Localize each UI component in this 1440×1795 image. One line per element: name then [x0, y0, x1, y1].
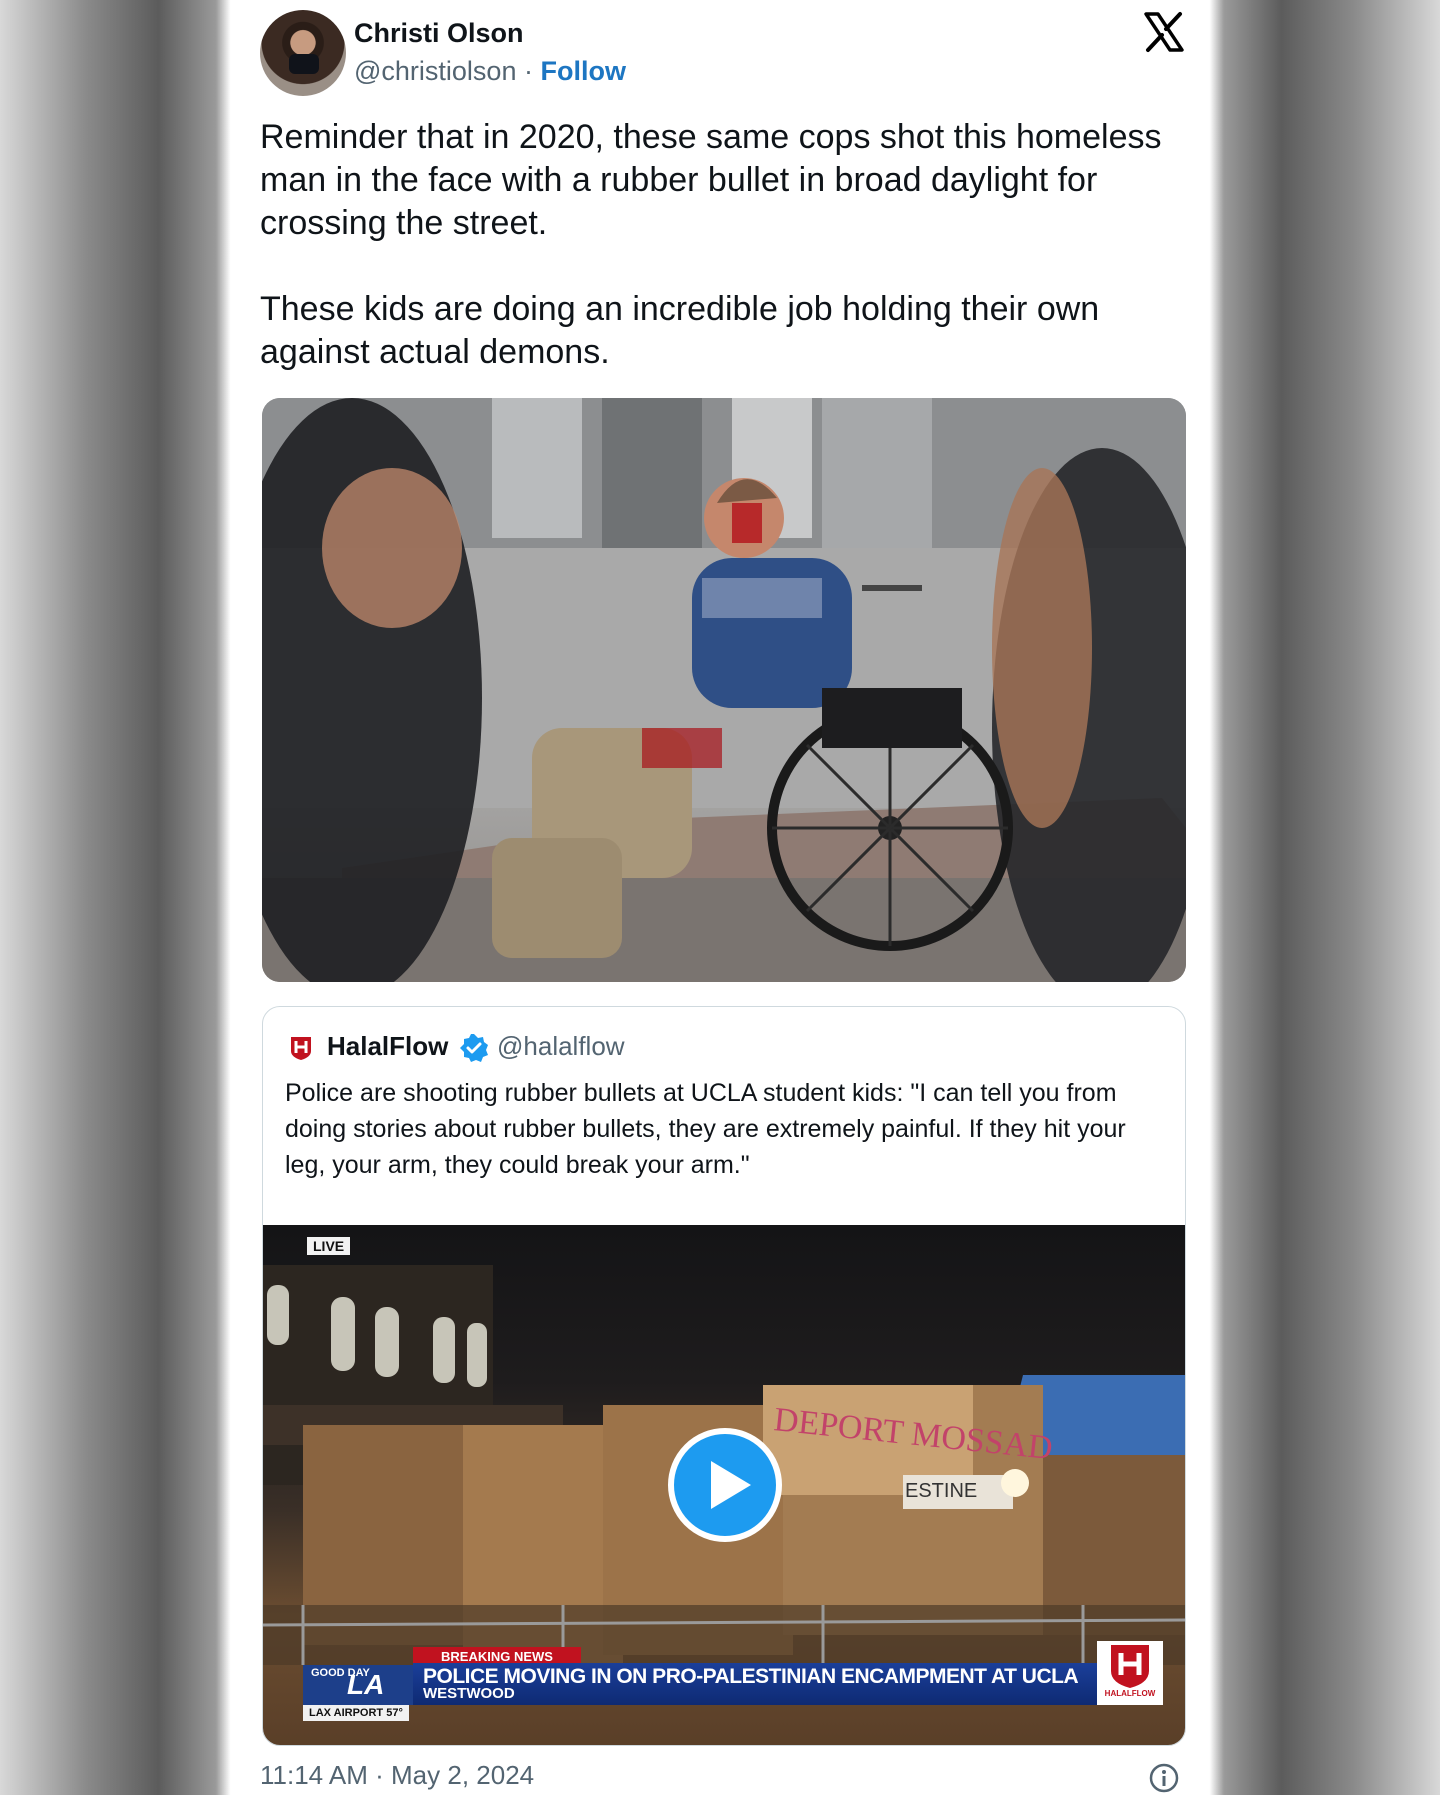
station-logo-main: LA [347, 1669, 385, 1700]
follow-button[interactable]: Follow [541, 56, 626, 86]
halalflow-logo-icon [291, 1037, 311, 1060]
tweet-paragraph: Reminder that in 2020, these same cops s… [260, 118, 1162, 242]
author-name[interactable]: Christi Olson [354, 18, 524, 49]
separator-dot: · [523, 56, 533, 86]
author-handle-line: @christiolson · Follow [354, 56, 626, 87]
weather-readout: LAX AIRPORT 57° [303, 1705, 409, 1721]
halalflow-watermark: HALALFLOW [1097, 1641, 1163, 1705]
quoted-tweet[interactable]: HalalFlow @halalflow Police are shooting… [262, 1006, 1186, 1746]
tweet-photo[interactable] [262, 398, 1186, 982]
avatar[interactable] [260, 10, 346, 96]
photo-illustration [262, 398, 1186, 982]
author-handle[interactable]: @christiolson [354, 56, 516, 86]
video-player[interactable]: DEPORT MOSSAD ESTINE LIVE BREAKING NEWS … [263, 1225, 1185, 1745]
verified-badge-icon [460, 1034, 488, 1062]
halalflow-watermark-text: HALALFLOW [1104, 1689, 1156, 1698]
tweet-paragraph: These kids are doing an incredible job h… [260, 290, 1100, 371]
quoted-tweet-text: Police are shooting rubber bullets at UC… [285, 1079, 1126, 1179]
news-ticker: POLICE MOVING IN ON PRO-PALESTINIAN ENCA… [413, 1663, 1097, 1705]
avatar-mask-detail [289, 54, 319, 74]
ticker-headline: POLICE MOVING IN ON PRO-PALESTINIAN ENCA… [423, 1665, 1079, 1688]
play-icon[interactable] [667, 1427, 783, 1543]
quoted-author-name[interactable]: HalalFlow [327, 1031, 448, 1062]
tweet-card: Christi Olson @christiolson · Follow Rem… [234, 0, 1206, 1795]
ticker-location: WESTWOOD [423, 1685, 515, 1702]
station-logo: GOOD DAY LA [303, 1665, 413, 1705]
tweet-timestamp[interactable]: 11:14 AM · May 2, 2024 [260, 1760, 534, 1791]
sign-palestine-text: ESTINE [905, 1480, 977, 1502]
info-icon[interactable] [1148, 1762, 1180, 1794]
tweet-text: Reminder that in 2020, these same cops s… [260, 116, 1180, 417]
x-logo-icon[interactable] [1142, 10, 1186, 54]
live-badge: LIVE [307, 1237, 351, 1255]
halalflow-watermark-icon [1111, 1645, 1149, 1688]
quoted-author-handle[interactable]: @halalflow [497, 1031, 625, 1062]
